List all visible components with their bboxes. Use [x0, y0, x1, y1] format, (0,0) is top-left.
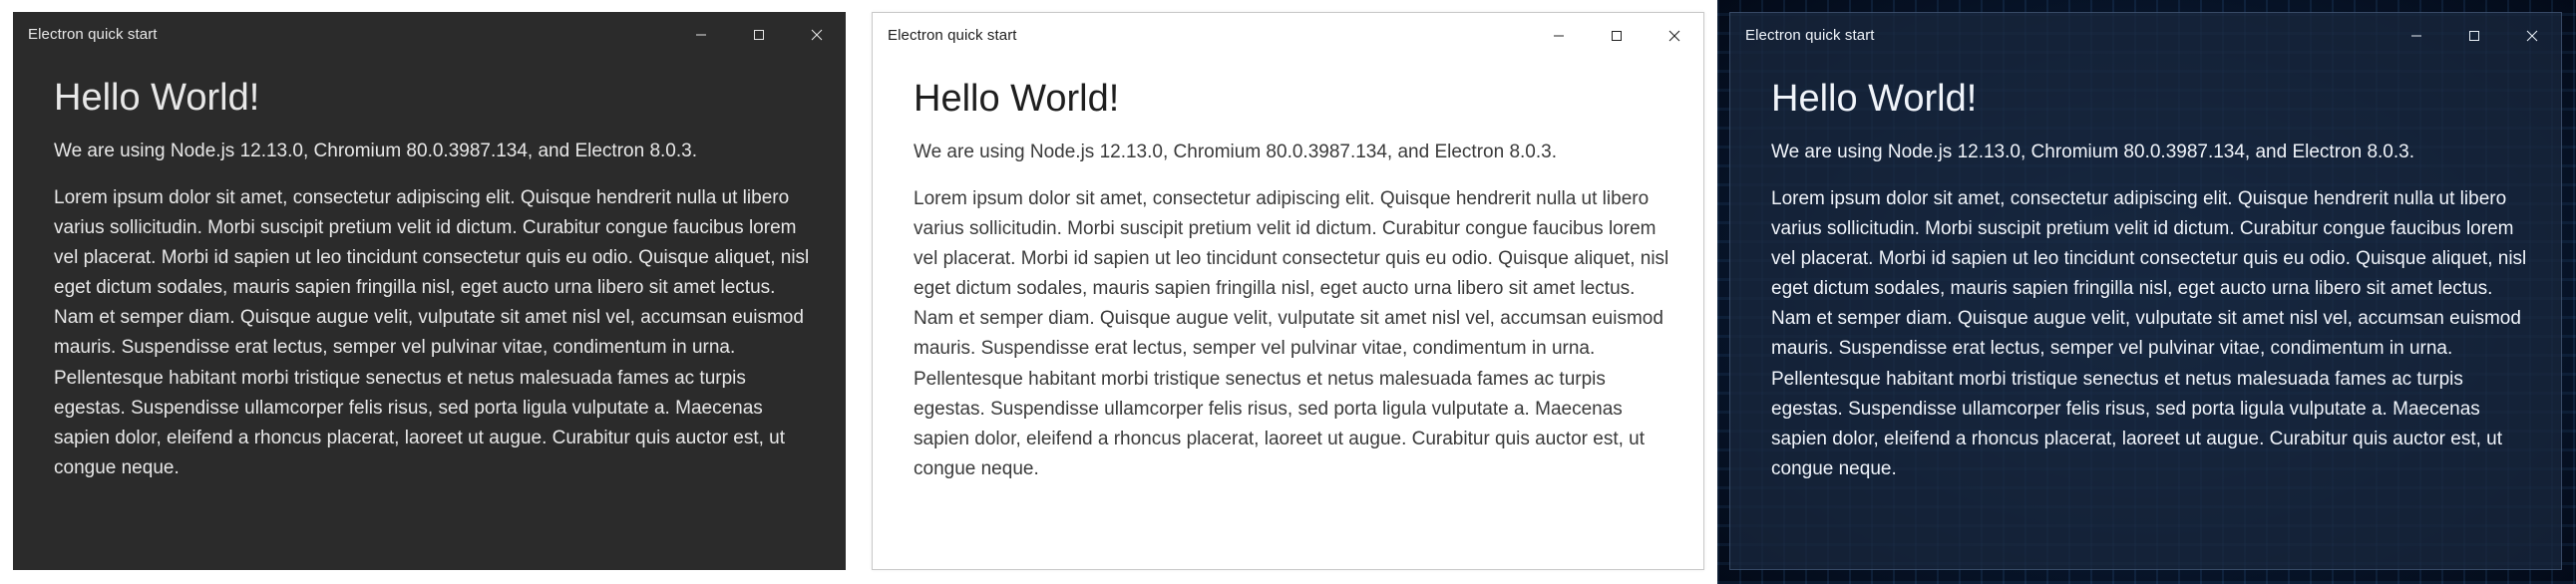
page-heading: Hello World!: [914, 78, 1120, 120]
close-icon: [811, 29, 823, 40]
close-button[interactable]: [2503, 13, 2561, 58]
minimize-icon: [2411, 35, 2421, 36]
versions-text: We are using Node.js 12.13.0, Chromium 8…: [1771, 142, 2414, 162]
window-controls: [672, 12, 846, 57]
window-title: Electron quick start: [28, 26, 158, 43]
maximize-icon: [1612, 30, 1622, 41]
page-heading: Hello World!: [1771, 78, 1978, 120]
close-button[interactable]: [1646, 13, 1703, 58]
versions-text: We are using Node.js 12.13.0, Chromium 8…: [54, 141, 697, 161]
app-window-dark: Electron quick start Hello World! We are…: [13, 12, 846, 570]
maximize-button[interactable]: [2445, 13, 2503, 58]
body-paragraph: Lorem ipsum dolor sit amet, consectetur …: [1771, 188, 2527, 479]
app-window-acrylic: Electron quick start Hello World! We are…: [1729, 12, 2562, 570]
window-controls: [1530, 13, 1703, 58]
minimize-button[interactable]: [1530, 13, 1588, 58]
maximize-icon: [754, 29, 764, 40]
minimize-icon: [1554, 35, 1564, 36]
close-icon: [2526, 30, 2538, 41]
minimize-button[interactable]: [2388, 13, 2445, 58]
maximize-button[interactable]: [1588, 13, 1646, 58]
page-heading: Hello World!: [54, 77, 260, 119]
window-title: Electron quick start: [1745, 27, 1875, 44]
app-window-light: Electron quick start Hello World! We are…: [872, 12, 1704, 570]
versions-text: We are using Node.js 12.13.0, Chromium 8…: [914, 142, 1557, 162]
page-content: Hello World! We are using Node.js 12.13.…: [873, 58, 1703, 484]
close-icon: [1668, 30, 1680, 41]
maximize-button[interactable]: [730, 12, 788, 57]
title-bar[interactable]: Electron quick start: [13, 12, 846, 57]
minimize-button[interactable]: [672, 12, 730, 57]
body-paragraph: Lorem ipsum dolor sit amet, consectetur …: [914, 188, 1669, 479]
body-paragraph: Lorem ipsum dolor sit amet, consectetur …: [54, 187, 810, 478]
page-content: Hello World! We are using Node.js 12.13.…: [1730, 58, 2561, 484]
page-content: Hello World! We are using Node.js 12.13.…: [13, 57, 846, 483]
window-controls: [2388, 13, 2561, 58]
minimize-icon: [696, 34, 706, 35]
close-button[interactable]: [788, 12, 846, 57]
title-bar[interactable]: Electron quick start: [1730, 13, 2561, 58]
window-title: Electron quick start: [888, 27, 1017, 44]
title-bar[interactable]: Electron quick start: [873, 13, 1703, 58]
maximize-icon: [2469, 30, 2479, 41]
